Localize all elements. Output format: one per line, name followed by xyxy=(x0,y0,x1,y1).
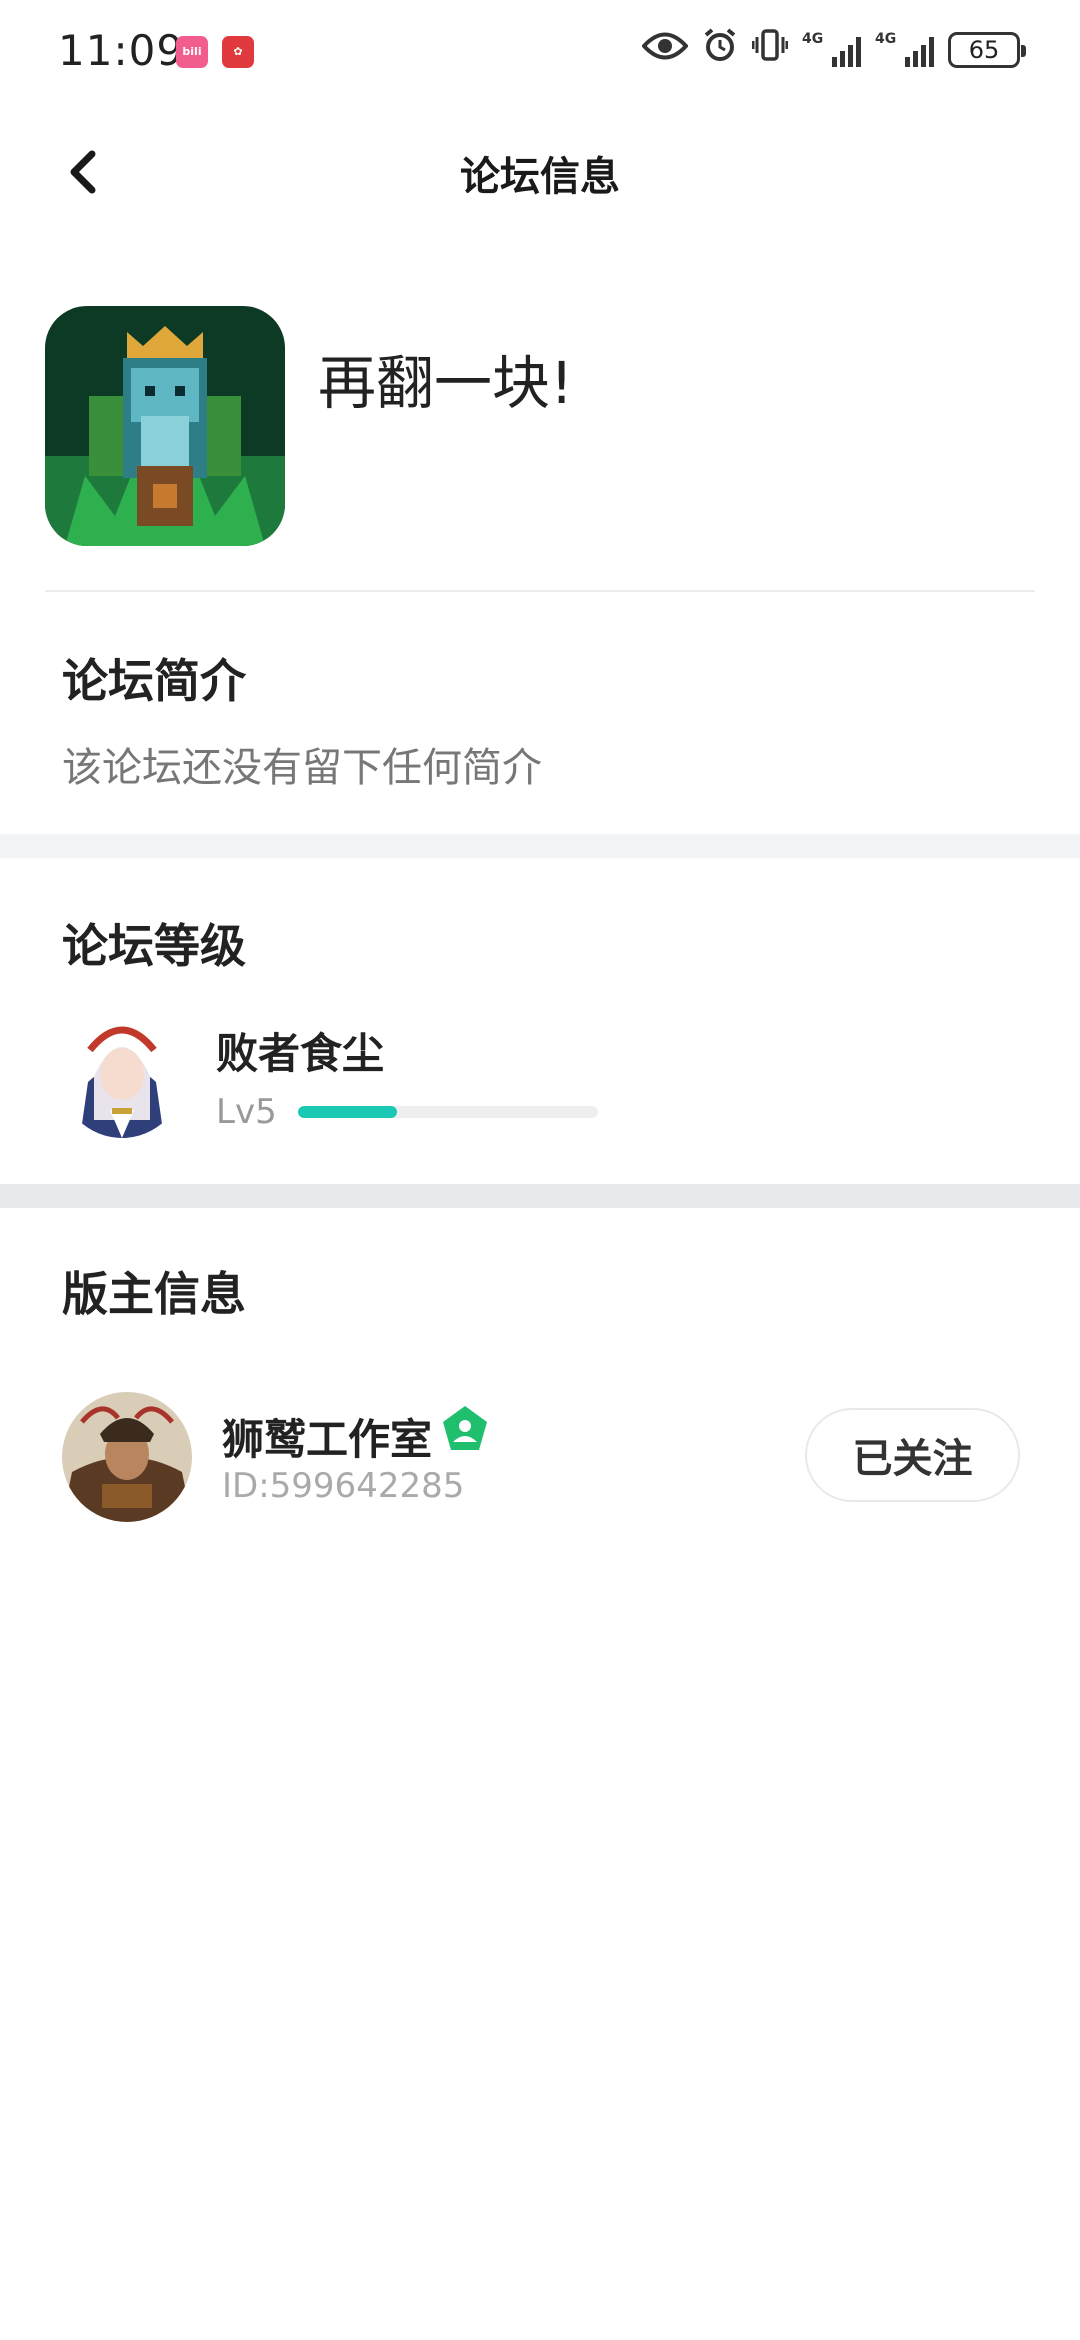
forum-game-icon xyxy=(45,306,285,546)
forum-header: 再翻一块! xyxy=(0,300,1080,592)
signal-4g-icon: 4G xyxy=(802,31,861,67)
top-nav-bar: 论坛信息 xyxy=(0,120,1080,230)
verified-badge-icon xyxy=(440,1404,490,1454)
huawei-app-icon: ✿ xyxy=(222,36,254,68)
level-progress-bar xyxy=(298,1106,598,1118)
intro-text: 该论坛还没有留下任何简介 xyxy=(62,745,542,791)
battery-level: 65 xyxy=(968,36,1000,64)
moderator-avatar[interactable] xyxy=(62,1392,192,1522)
level-label: Lv5 xyxy=(216,1092,277,1132)
status-time: 11:09 xyxy=(58,26,185,75)
user-avatar[interactable] xyxy=(60,1010,184,1138)
network-type-label: 4G xyxy=(802,31,824,47)
section-divider xyxy=(0,834,1080,858)
level-user-name: 败者食尘 xyxy=(216,1029,385,1078)
signal-4g-icon: 4G xyxy=(875,31,934,67)
status-icons: 4G 4G 65 xyxy=(641,27,1026,74)
forum-name: 再翻一块! xyxy=(318,349,574,417)
section-divider xyxy=(0,1184,1080,1208)
alarm-icon xyxy=(702,27,738,74)
intro-section-title: 论坛简介 xyxy=(62,654,246,708)
divider xyxy=(45,590,1035,592)
follow-button[interactable]: 已关注 xyxy=(805,1408,1020,1502)
moderator-name: 狮鹫工作室 xyxy=(222,1415,433,1464)
level-section-title: 论坛等级 xyxy=(62,919,246,973)
status-bar: 11:09 bili ✿ 4G 4G 65 xyxy=(0,0,1080,100)
vibrate-icon xyxy=(751,28,789,73)
page-title: 论坛信息 xyxy=(460,154,620,200)
eye-icon xyxy=(641,28,689,72)
moderator-id: ID:599642285 xyxy=(222,1466,465,1506)
level-progress-fill xyxy=(298,1106,397,1118)
moderator-section-title: 版主信息 xyxy=(62,1267,246,1321)
network-type-label: 4G xyxy=(875,31,897,47)
bilibili-app-icon: bili xyxy=(176,36,208,68)
battery-icon: 65 xyxy=(948,32,1026,68)
